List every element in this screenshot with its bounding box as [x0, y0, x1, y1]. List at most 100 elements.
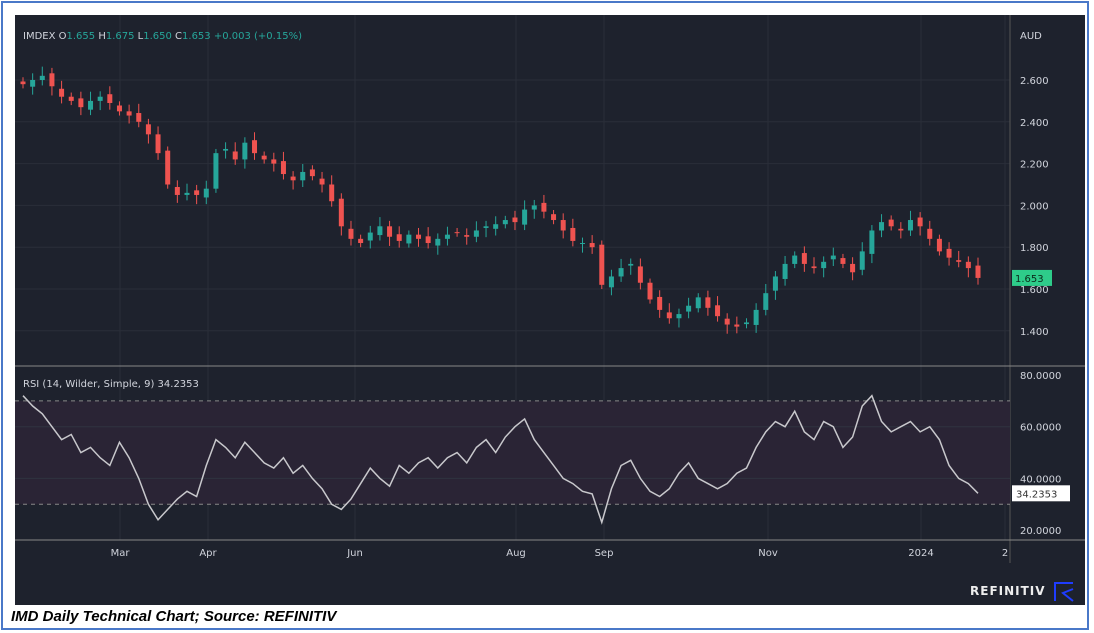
- candle-body: [628, 263, 634, 266]
- rsi-legend: RSI (14, Wilder, Simple, 9) 34.2353: [23, 379, 199, 390]
- candle-body: [377, 226, 383, 236]
- rsi-last-label: 34.2353: [1016, 489, 1057, 500]
- x-tick-label: Aug: [506, 548, 526, 559]
- candle-body: [570, 227, 576, 241]
- candle-body: [406, 234, 412, 244]
- x-tick-label: Nov: [758, 548, 778, 559]
- x-tick-label: Mar: [111, 548, 131, 559]
- candle-body: [936, 238, 942, 252]
- candle-body: [416, 234, 422, 239]
- x-tick-label: Sep: [595, 548, 614, 559]
- candle-body: [879, 222, 885, 231]
- candle-body: [811, 266, 817, 269]
- candle-body: [348, 228, 354, 239]
- candle-body: [107, 94, 113, 103]
- candle-body: [435, 238, 441, 246]
- candle-body: [551, 214, 557, 221]
- candle-body: [59, 88, 65, 97]
- candle-body: [464, 235, 470, 237]
- price-tick-label: 2.000: [1020, 201, 1049, 212]
- candle-body: [213, 153, 219, 189]
- candle-body: [20, 81, 26, 85]
- candle-body: [512, 217, 518, 223]
- candle-body: [676, 314, 682, 319]
- candle-body: [531, 205, 537, 210]
- candle-body: [30, 80, 36, 87]
- candle-body: [165, 150, 171, 185]
- candle-body: [68, 96, 74, 101]
- chart-svg: IMDEX O1.655 H1.675 L1.650 C1.653 +0.003…: [15, 15, 1085, 602]
- rsi-tick-label: 20.0000: [1020, 526, 1061, 537]
- candle-body: [541, 202, 547, 212]
- candle-body: [203, 188, 209, 198]
- candle-body: [252, 140, 258, 154]
- candle-body: [869, 230, 875, 254]
- candle-body: [338, 198, 344, 227]
- brand-label: REFINITIV: [970, 584, 1046, 598]
- x-tick-label: Jun: [346, 548, 363, 559]
- candle-body: [280, 161, 286, 175]
- candle-body: [116, 105, 122, 112]
- x-tick-label: 2024: [908, 548, 933, 559]
- currency-label: AUD: [1020, 31, 1042, 42]
- candle-body: [917, 217, 923, 227]
- candle-body: [782, 263, 788, 279]
- price-tick-label: 2.200: [1020, 160, 1049, 171]
- candle-body: [155, 134, 161, 154]
- candle-body: [502, 220, 508, 225]
- candle-body: [290, 176, 296, 181]
- candle-body: [792, 255, 798, 264]
- candle-body: [232, 151, 238, 160]
- candle-body: [589, 243, 595, 248]
- candle-body: [772, 276, 778, 291]
- candle-body: [39, 75, 45, 80]
- candle-body: [927, 228, 933, 239]
- candle-body: [271, 159, 277, 164]
- candle-body: [599, 244, 605, 285]
- candle-body: [242, 142, 248, 160]
- candle-body: [136, 113, 142, 122]
- candle-body: [734, 324, 740, 327]
- candle-body: [715, 305, 721, 317]
- candle-body: [888, 219, 894, 227]
- candle-body: [473, 230, 479, 237]
- candle-body: [840, 258, 846, 264]
- x-tick-label: Apr: [199, 548, 217, 559]
- candle-body: [309, 169, 315, 177]
- candle-body: [387, 226, 393, 237]
- candle-body: [444, 234, 450, 239]
- candle-body: [425, 236, 431, 244]
- figure-frame: IMDEX O1.655 H1.675 L1.650 C1.653 +0.003…: [1, 1, 1089, 630]
- price-tick-label: 2.600: [1020, 76, 1049, 87]
- candle-body: [560, 220, 566, 231]
- x-tick-label: 2: [1002, 548, 1008, 559]
- candle-body: [261, 155, 267, 160]
- price-tick-label: 1.600: [1020, 285, 1049, 296]
- candle-body: [898, 228, 904, 231]
- price-tick-label: 2.400: [1020, 118, 1049, 129]
- candle-body: [49, 73, 55, 87]
- candle-body: [88, 100, 94, 110]
- candle-body: [763, 293, 769, 310]
- candle-body: [686, 305, 692, 312]
- candle-body: [907, 220, 913, 231]
- refinitiv-logo-icon: [1054, 582, 1074, 602]
- ohlc-legend: IMDEX O1.655 H1.675 L1.650 C1.653 +0.003…: [23, 31, 302, 42]
- candle-body: [97, 96, 103, 101]
- candle-body: [454, 232, 460, 234]
- candle-body: [724, 318, 730, 325]
- candle-body: [223, 148, 229, 151]
- candle-body: [821, 261, 827, 269]
- rsi-tick-label: 80.0000: [1020, 371, 1061, 382]
- candle-body: [608, 276, 614, 288]
- candle-body: [965, 261, 971, 269]
- candle-body: [666, 312, 672, 319]
- figure-caption: IMD Daily Technical Chart; Source: REFIN…: [11, 608, 337, 625]
- candle-body: [743, 322, 749, 325]
- candle-body: [657, 296, 663, 310]
- candle-body: [367, 232, 373, 241]
- candle-body: [618, 268, 624, 277]
- candle-body: [946, 248, 952, 258]
- candle-body: [975, 265, 981, 278]
- candle-body: [522, 209, 528, 225]
